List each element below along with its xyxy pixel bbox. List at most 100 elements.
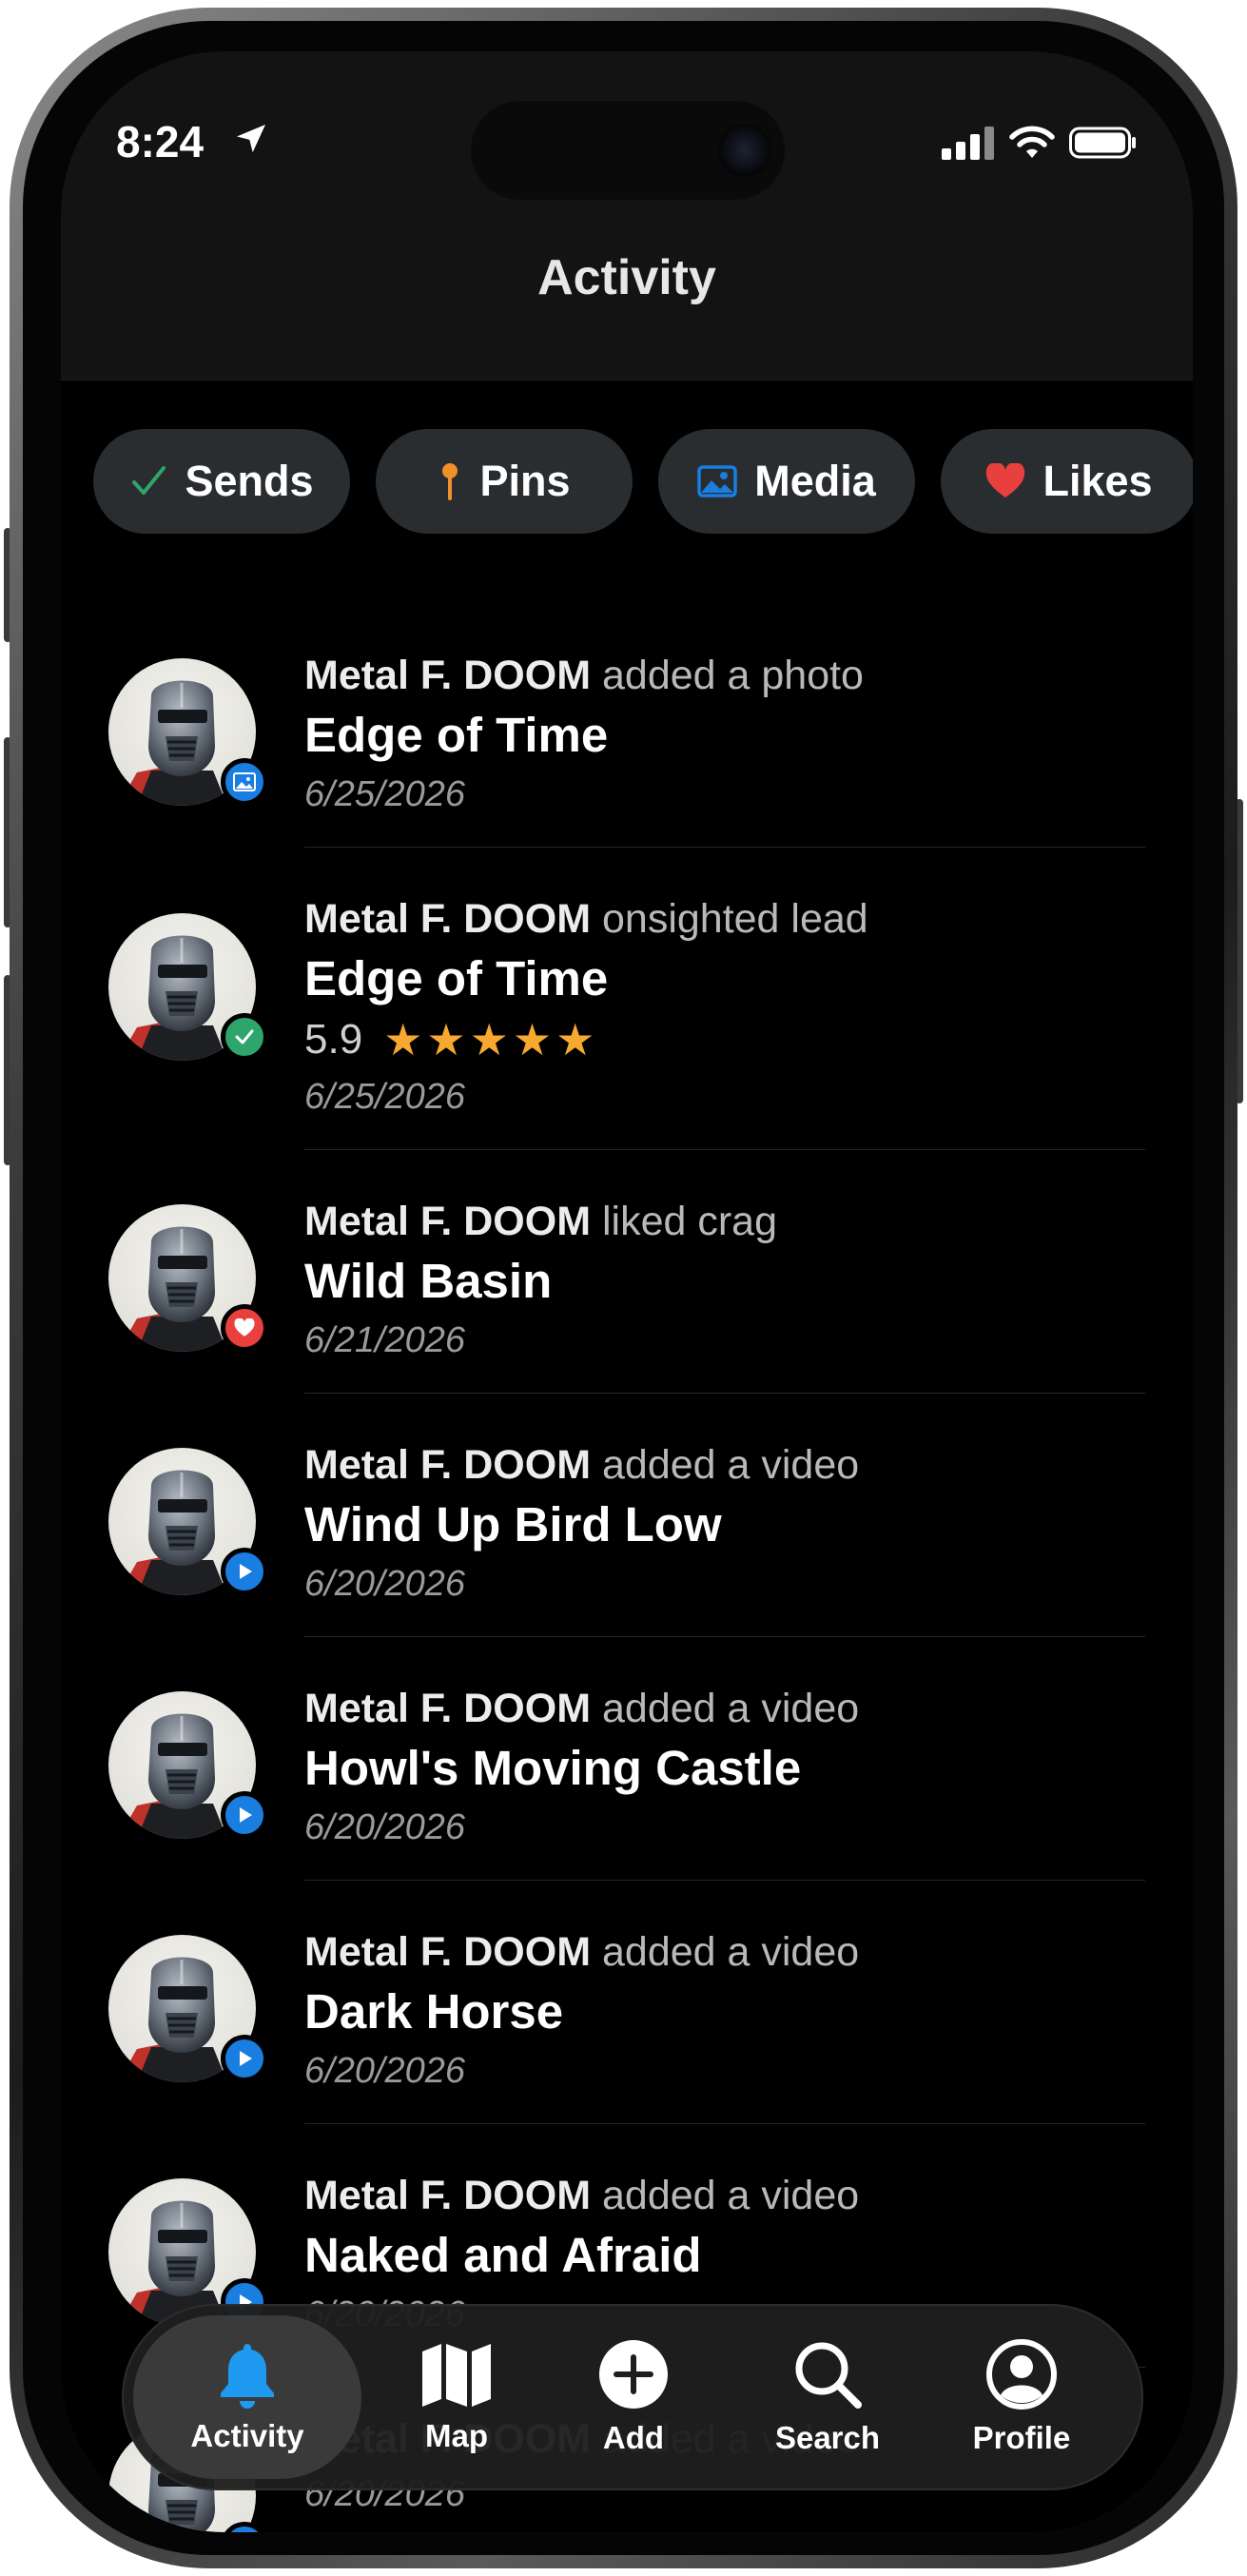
filter-chips: Sends Pins Media Likes: [93, 429, 1193, 534]
filter-label: Pins: [479, 457, 571, 505]
divider: [304, 1636, 1145, 1637]
activity-title[interactable]: Wild Basin: [304, 1253, 1155, 1309]
location-arrow-icon: [237, 125, 265, 153]
check-badge: [221, 1013, 268, 1061]
feed-item[interactable]: Metal F. DOOM liked crag Wild Basin 6/21…: [61, 1151, 1193, 1395]
filter-likes[interactable]: Likes: [941, 429, 1193, 534]
map-icon: [422, 2344, 491, 2407]
divider: [304, 1880, 1145, 1881]
activity-title[interactable]: Wind Up Bird Low: [304, 1496, 1155, 1552]
play-icon: [240, 2051, 252, 2066]
user-name[interactable]: Metal F. DOOM: [304, 2173, 591, 2218]
feed-item-text: Metal F. DOOM liked crag Wild Basin 6/21…: [304, 1199, 1155, 1361]
phone-frame: Activity 8:24 Sends Pins Media Likes Met…: [10, 8, 1237, 2568]
tab-label: Profile: [972, 2420, 1071, 2455]
status-indicators: [942, 126, 1138, 160]
heart-badge: [221, 1304, 268, 1352]
wifi-icon: [1009, 126, 1055, 158]
divider: [304, 2123, 1145, 2124]
user-name[interactable]: Metal F. DOOM: [304, 1442, 591, 1488]
photo-badge: [221, 758, 268, 806]
divider: [304, 1393, 1145, 1394]
activity-title[interactable]: Howl's Moving Castle: [304, 1740, 1155, 1796]
star-rating: ★★★★★: [383, 1015, 599, 1064]
activity-action: added a video: [601, 1686, 860, 1731]
tab-add[interactable]: Add: [538, 2306, 729, 2488]
tab-label: Search: [774, 2420, 881, 2455]
activity-action: onsighted lead: [601, 896, 868, 942]
feed-item-text: Metal F. DOOM added a video Howl's Movin…: [304, 1686, 1155, 1848]
activity-date: 6/20/2026: [304, 2051, 466, 2091]
plus-circle-icon: [599, 2340, 668, 2409]
activity-action: liked crag: [601, 1199, 778, 1244]
status-time: 8:24: [116, 117, 205, 166]
route-grade-row: 5.9 ★★★★★: [304, 1014, 1155, 1065]
tab-search[interactable]: Search: [732, 2306, 923, 2488]
user-name[interactable]: Metal F. DOOM: [304, 653, 591, 698]
activity-line: Metal F. DOOM onsighted lead: [304, 896, 1155, 943]
filter-pins[interactable]: Pins: [376, 429, 633, 534]
activity-line: Metal F. DOOM added a video: [304, 2173, 1155, 2219]
feed-item-text: Metal F. DOOM onsighted lead Edge of Tim…: [304, 896, 1155, 1118]
tab-map[interactable]: Map: [361, 2306, 552, 2488]
video-badge: [221, 1791, 268, 1839]
route-grade: 5.9: [304, 1016, 363, 1063]
tab-activity[interactable]: Activity: [133, 2315, 361, 2479]
user-name[interactable]: Metal F. DOOM: [304, 896, 591, 942]
activity-action: added a photo: [601, 653, 864, 698]
dynamic-island: [471, 101, 785, 200]
feed-item-text: Metal F. DOOM added a video Dark Horse 6…: [304, 1929, 1155, 2092]
activity-line: Metal F. DOOM added a video: [304, 1442, 1155, 1489]
user-name[interactable]: Metal F. DOOM: [304, 1686, 591, 1731]
profile-icon: [986, 2339, 1057, 2410]
feed-item[interactable]: Metal F. DOOM added a video Wind Up Bird…: [61, 1395, 1193, 1638]
activity-date: 6/20/2026: [304, 1564, 466, 1604]
feed-item-text: Metal F. DOOM added a video Wind Up Bird…: [304, 1442, 1155, 1605]
activity-date: 6/25/2026: [304, 1077, 466, 1117]
activity-title[interactable]: Naked and Afraid: [304, 2227, 1155, 2283]
filter-media[interactable]: Media: [658, 429, 915, 534]
camera-icon: [718, 124, 771, 177]
tab-label: Activity: [190, 2418, 304, 2453]
activity-date: 6/20/2026: [304, 1807, 466, 1847]
filter-label: Media: [754, 457, 876, 505]
user-name[interactable]: Metal F. DOOM: [304, 1199, 591, 1244]
feed-item-text: Metal F. DOOM added a photo Edge of Time…: [304, 653, 1155, 815]
activity-line: Metal F. DOOM added a video: [304, 1686, 1155, 1732]
pin-icon: [442, 463, 458, 500]
check-icon: [132, 466, 166, 495]
screen: Activity 8:24 Sends Pins Media Likes Met…: [61, 51, 1193, 2532]
feed-item[interactable]: Metal F. DOOM added a video Dark Horse 6…: [61, 1882, 1193, 2125]
feed-item[interactable]: Metal F. DOOM onsighted lead Edge of Tim…: [61, 849, 1193, 1151]
filter-label: Likes: [1042, 457, 1153, 505]
activity-title[interactable]: Edge of Time: [304, 707, 1155, 763]
activity-line: Metal F. DOOM added a photo: [304, 653, 1155, 699]
bell-icon: [221, 2344, 274, 2409]
filter-sends[interactable]: Sends: [93, 429, 350, 534]
heart-icon: [986, 463, 1025, 498]
activity-action: added a video: [601, 2173, 860, 2218]
activity-line: Metal F. DOOM liked crag: [304, 1199, 1155, 1245]
activity-title[interactable]: Dark Horse: [304, 1983, 1155, 2039]
page-title: Activity: [537, 250, 716, 305]
activity-date: 6/21/2026: [304, 1320, 466, 1360]
phone-bezel: Activity 8:24 Sends Pins Media Likes Met…: [23, 21, 1224, 2555]
tab-profile[interactable]: Profile: [926, 2306, 1117, 2488]
image-icon: [697, 465, 737, 498]
user-name[interactable]: Metal F. DOOM: [304, 1929, 591, 1975]
divider: [304, 1149, 1145, 1150]
video-badge: [221, 1548, 268, 1595]
play-icon: [240, 1564, 252, 1579]
activity-title[interactable]: Edge of Time: [304, 950, 1155, 1006]
activity-action: added a video: [601, 1929, 860, 1975]
check-icon: [235, 1029, 254, 1044]
tab-bar: Activity Map Add Search Profile: [122, 2304, 1143, 2490]
activity-line: Metal F. DOOM added a video: [304, 1929, 1155, 1976]
activity-date: 6/25/2026: [304, 774, 466, 814]
image-icon: [233, 772, 256, 791]
tab-label: Add: [602, 2420, 665, 2455]
feed-item[interactable]: Metal F. DOOM added a video Howl's Movin…: [61, 1638, 1193, 1882]
cellular-signal-icon: [942, 127, 994, 160]
activity-action: added a video: [601, 1442, 860, 1488]
feed-item[interactable]: Metal F. DOOM added a photo Edge of Time…: [61, 605, 1193, 849]
